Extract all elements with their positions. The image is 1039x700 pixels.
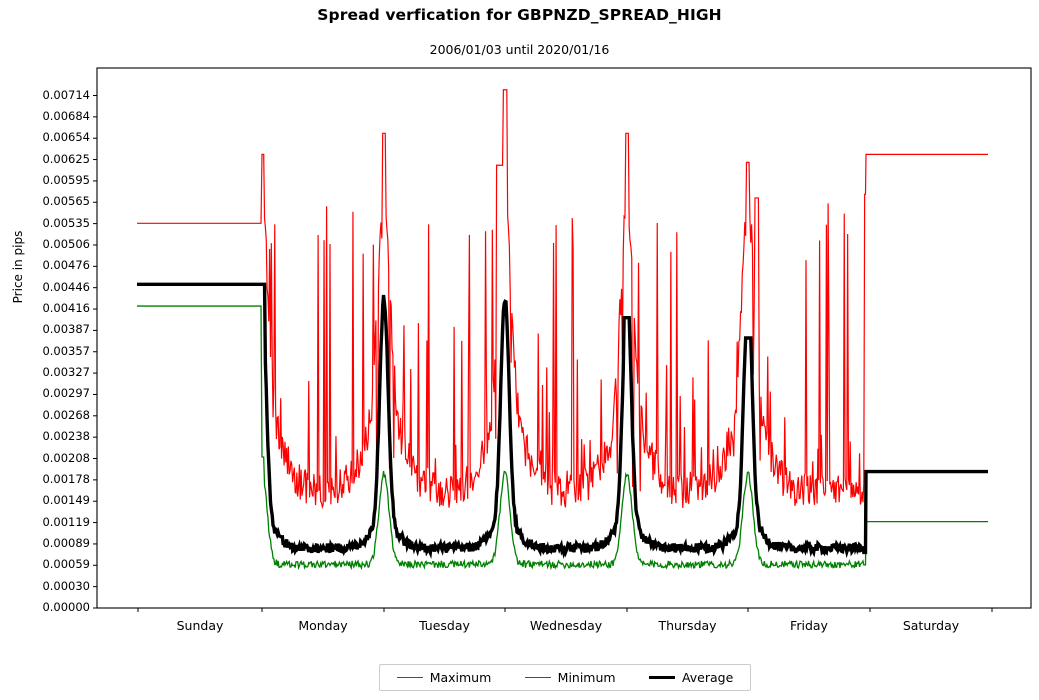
- y-tick-label: 0.00476: [42, 258, 90, 273]
- x-tick-label: Monday: [298, 618, 348, 633]
- x-tick-label: Saturday: [902, 618, 960, 633]
- y-tick-label: 0.00387: [42, 322, 90, 337]
- legend-swatch-average-icon: [648, 676, 675, 679]
- x-tick-label: Thursday: [658, 618, 717, 633]
- x-tick-label: Friday: [790, 618, 828, 633]
- legend-swatch-maximum-icon: [396, 677, 423, 678]
- plot-area: [93, 67, 1032, 612]
- y-tick-label: 0.00506: [42, 236, 90, 251]
- x-tick-label: Wednesday: [529, 618, 603, 633]
- y-tick-label: 0.00297: [42, 386, 90, 401]
- legend-label-average: Average: [681, 670, 734, 685]
- legend-item-maximum[interactable]: Maximum: [396, 670, 492, 685]
- y-tick-label: 0.00089: [42, 535, 90, 550]
- legend-label-maximum: Maximum: [429, 670, 492, 685]
- y-tick-label: 0.00030: [42, 578, 90, 593]
- y-tick-label: 0.00178: [42, 471, 90, 486]
- chart-figure: Spread verfication for GBPNZD_SPREAD_HIG…: [0, 0, 1039, 700]
- y-tick-label: 0.00595: [42, 172, 90, 187]
- y-tick-label: 0.00714: [42, 87, 90, 102]
- y-tick-label: 0.00565: [42, 194, 90, 209]
- y-tick-label: 0.00684: [42, 108, 90, 123]
- y-tick-label: 0.00446: [42, 279, 90, 294]
- legend-item-average[interactable]: Average: [648, 670, 734, 685]
- y-tick-label: 0.00268: [42, 407, 90, 422]
- y-tick-label: 0.00654: [42, 130, 90, 145]
- x-tick-label: Tuesday: [419, 618, 470, 633]
- legend-swatch-minimum-icon: [524, 677, 551, 678]
- y-tick-label: 0.00119: [42, 514, 90, 529]
- y-tick-label: 0.00625: [42, 151, 90, 166]
- x-tick-label: Sunday: [176, 618, 224, 633]
- legend-label-minimum: Minimum: [557, 670, 616, 685]
- legend-item-minimum[interactable]: Minimum: [524, 670, 616, 685]
- y-tick-label: 0.00416: [42, 301, 90, 316]
- y-tick-label: 0.00000: [42, 600, 90, 614]
- y-tick-label: 0.00535: [42, 215, 90, 230]
- y-tick-label: 0.00238: [42, 429, 90, 444]
- y-tick-label: 0.00208: [42, 450, 90, 465]
- y-tick-label: 0.00059: [42, 557, 90, 572]
- y-tick-label: 0.00357: [42, 343, 90, 358]
- y-tick-label: 0.00327: [42, 365, 90, 380]
- chart-legend: Maximum Minimum Average: [379, 664, 751, 691]
- y-tick-label: 0.00149: [42, 493, 90, 508]
